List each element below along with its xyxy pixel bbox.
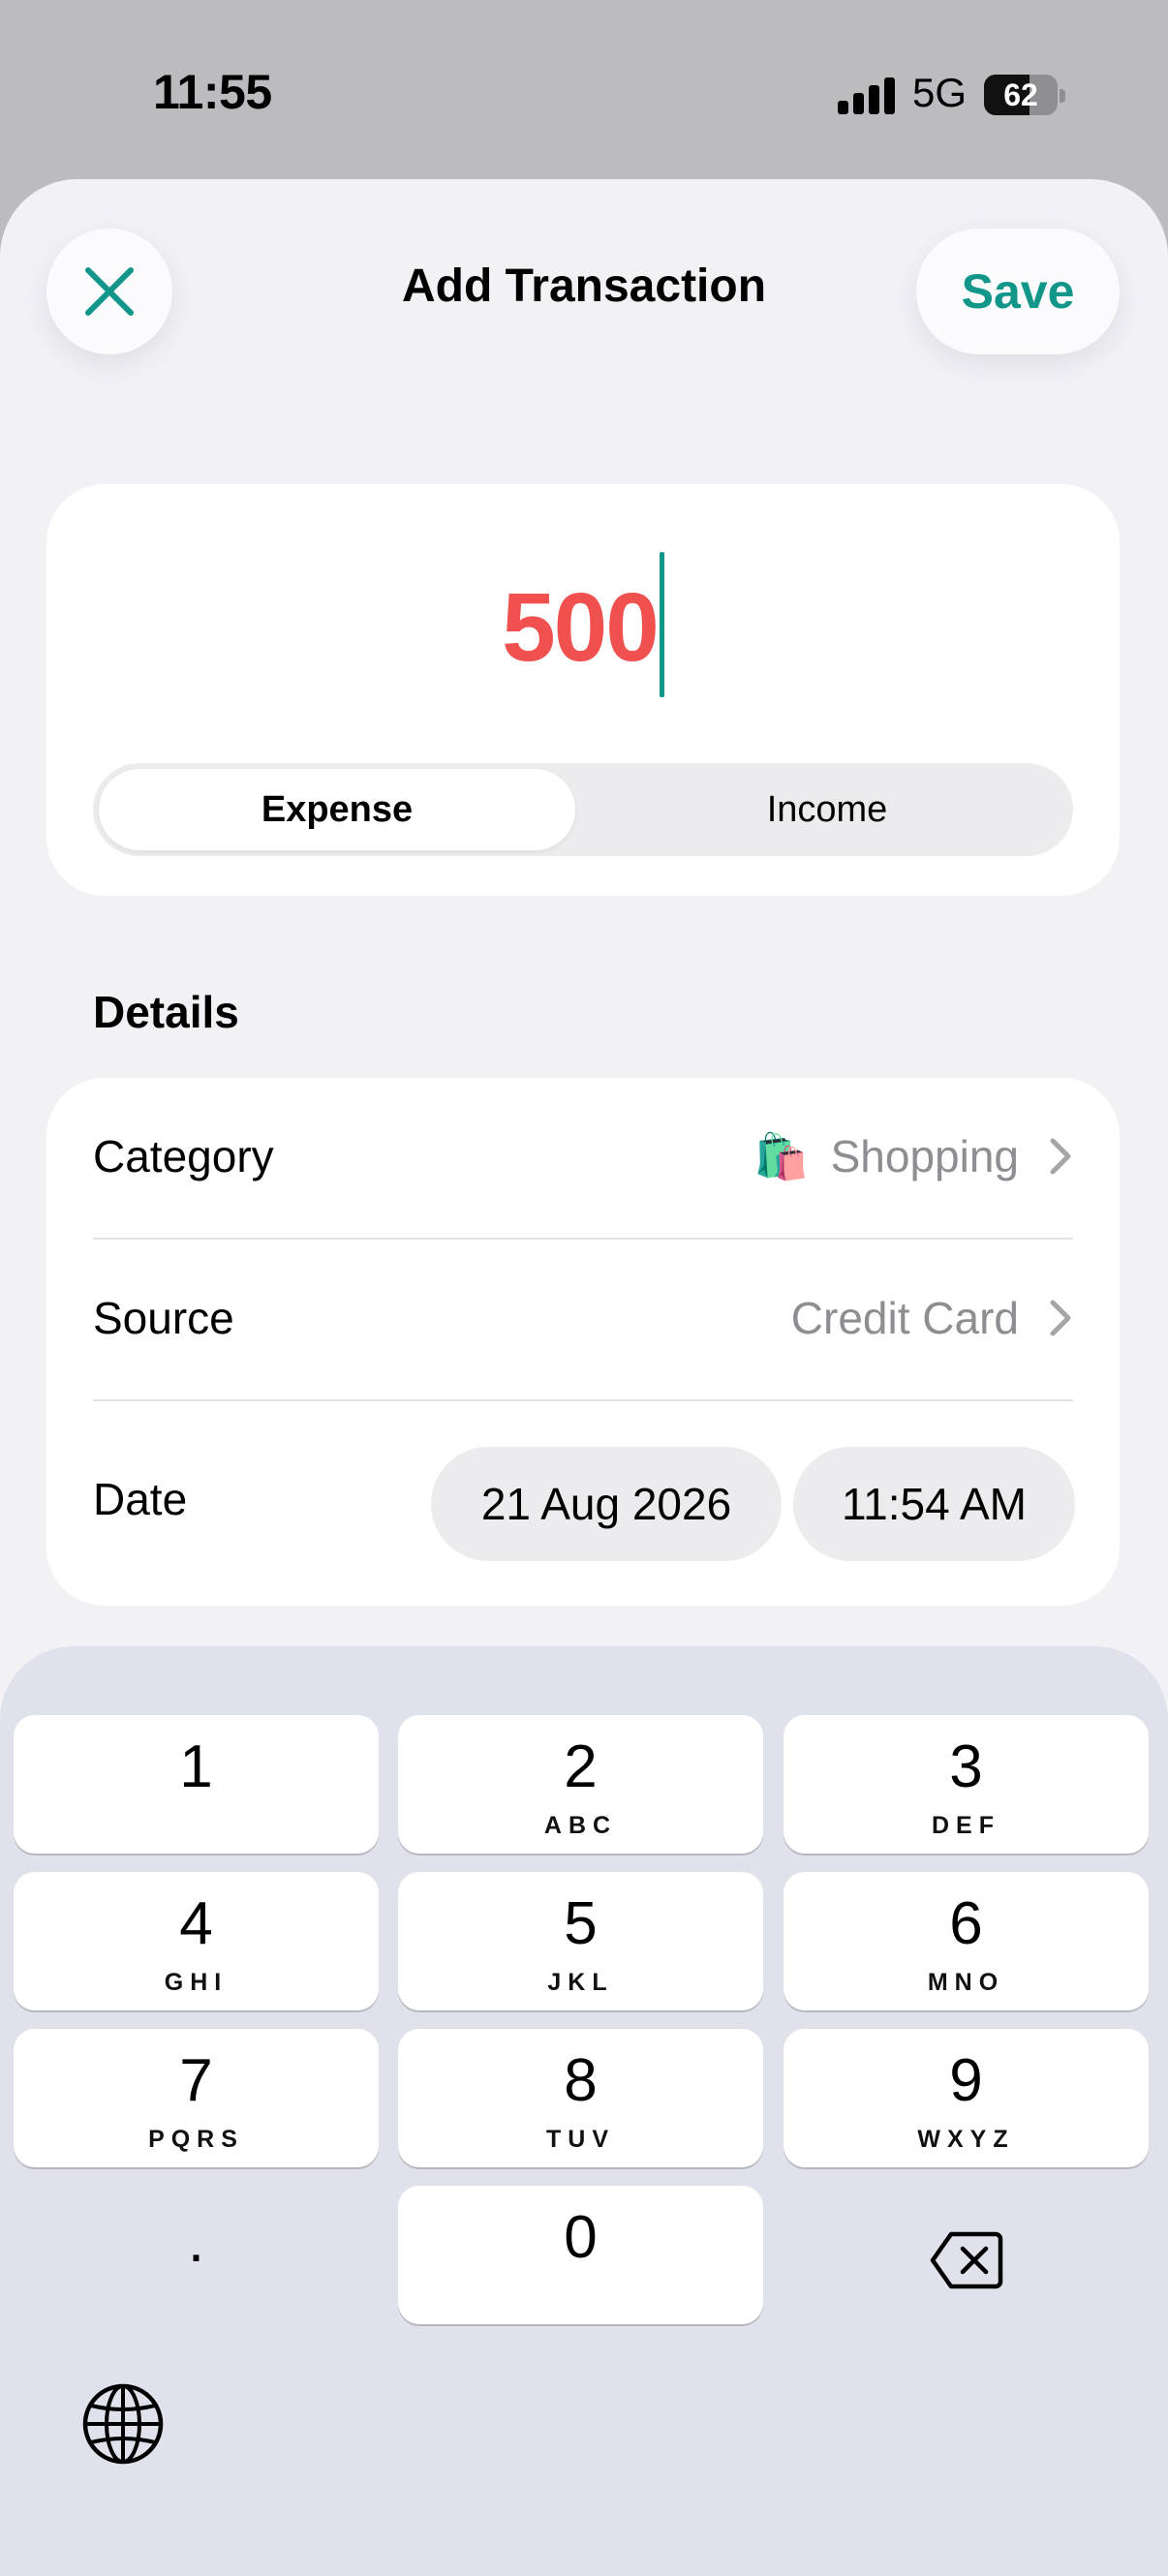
page-title: Add Transaction (401, 261, 767, 312)
category-row[interactable]: Category 🛍️ Shopping (93, 1078, 1073, 1239)
category-value: 🛍️ Shopping (753, 1130, 1019, 1183)
key-6[interactable]: 6 MNO (784, 1872, 1149, 2010)
time-picker-button[interactable]: 11:54 AM (793, 1447, 1075, 1561)
key-digit: 0 (564, 2204, 598, 2271)
source-label: Source (93, 1293, 234, 1343)
key-letters: MNO (927, 1969, 1005, 1996)
key-digit: . (187, 2208, 205, 2275)
signal-icon (838, 77, 896, 114)
key-3[interactable]: 3 DEF (784, 1715, 1149, 1854)
transaction-type-control: Expense Income (93, 763, 1073, 856)
category-value-label: Shopping (830, 1131, 1019, 1181)
date-label: Date (93, 1474, 188, 1524)
key-letters: JKL (547, 1969, 614, 1996)
battery-tip (1060, 89, 1065, 103)
key-digit: 4 (179, 1890, 213, 1957)
shopping-bags-icon: 🛍️ (753, 1131, 810, 1181)
key-1[interactable]: 1 (14, 1715, 379, 1854)
key-letters: GHI (164, 1969, 229, 1996)
battery-icon: 62 (984, 75, 1058, 115)
chevron-right-icon (1050, 1300, 1071, 1336)
key-letters: TUV (546, 2126, 615, 2153)
text-caret (659, 552, 664, 697)
battery-level: 62 (1003, 77, 1038, 112)
segment-income[interactable]: Income (587, 769, 1067, 850)
key-5[interactable]: 5 JKL (398, 1872, 763, 2010)
key-digit: 6 (949, 1890, 983, 1957)
date-picker-button[interactable]: 21 Aug 2026 (431, 1447, 782, 1561)
key-digit: 7 (179, 2047, 213, 2114)
key-2[interactable]: 2 ABC (398, 1715, 763, 1854)
amount-value: 500 (502, 573, 660, 682)
key-digit: 2 (564, 1733, 598, 1800)
segment-expense[interactable]: Expense (99, 769, 575, 850)
key-7[interactable]: 7 PQRS (14, 2029, 379, 2167)
amount-input[interactable]: 500 (46, 552, 1120, 697)
section-title: Details (93, 987, 239, 1037)
key-decimal[interactable]: . (14, 2186, 379, 2324)
key-digit: 9 (949, 2047, 983, 2114)
chevron-right-icon (1050, 1138, 1071, 1175)
globe-icon[interactable] (81, 2382, 165, 2466)
amount-card: 500 Expense Income (46, 484, 1120, 896)
key-letters: ABC (543, 1812, 618, 1839)
key-letters: PQRS (148, 2126, 244, 2153)
key-4[interactable]: 4 GHI (14, 1872, 379, 2010)
category-label: Category (93, 1131, 274, 1181)
key-letters: WXYZ (917, 2126, 1015, 2153)
key-digit: 3 (949, 1733, 983, 1800)
key-digit: 5 (564, 1890, 598, 1957)
details-card: Category 🛍️ Shopping Source Credit Card D… (46, 1078, 1120, 1606)
save-button[interactable]: Save (916, 229, 1120, 354)
backspace-key[interactable] (784, 2186, 1149, 2324)
source-value: Credit Card (790, 1293, 1019, 1343)
close-button[interactable] (46, 229, 172, 354)
key-letters: DEF (932, 1812, 1000, 1839)
network-type: 5G (912, 70, 968, 115)
key-digit: 8 (564, 2047, 598, 2114)
status-time: 11:55 (153, 65, 272, 119)
key-8[interactable]: 8 TUV (398, 2029, 763, 2167)
key-0[interactable]: 0 (398, 2186, 763, 2324)
status-bar: 11:55 5G 62 (0, 0, 1168, 179)
close-icon (85, 267, 134, 316)
key-digit: 1 (179, 1733, 213, 1800)
source-row[interactable]: Source Credit Card (93, 1240, 1073, 1399)
key-9[interactable]: 9 WXYZ (784, 2029, 1149, 2167)
backspace-icon (930, 2231, 1003, 2289)
